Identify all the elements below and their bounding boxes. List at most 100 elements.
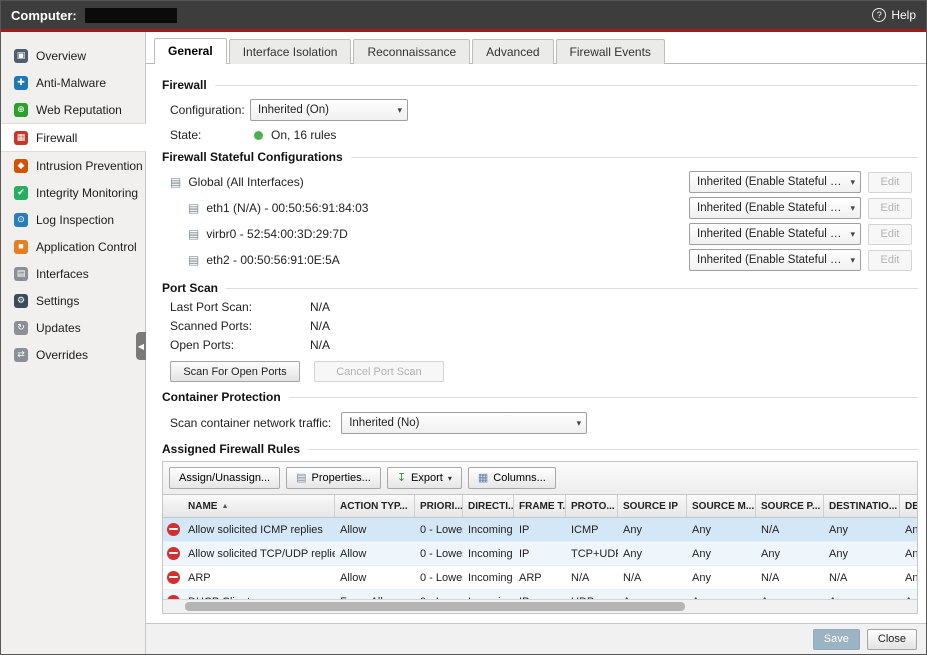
footer-bar: Save Close [146, 623, 926, 654]
table-row[interactable]: Allow solicited TCP/UDP repliesAllow0 - … [163, 542, 917, 566]
table-cell: Any [687, 566, 756, 589]
toolbar-button-icon: ▤ [296, 473, 306, 484]
stateful-config-value: Inherited (Enable Stateful Inspection) [697, 254, 844, 266]
table-cell: Incoming [463, 590, 514, 599]
table-row[interactable]: DHCP ClientForce Allow0 - LowestIncoming… [163, 590, 917, 599]
table-cell: Any [824, 542, 900, 565]
stateful-config-select[interactable]: Inherited (Enable Stateful Inspection) ▾ [689, 249, 861, 271]
table-cell: Any [900, 518, 917, 541]
cancel-port-scan-button[interactable]: Cancel Port Scan [314, 361, 444, 382]
sidebar-item-label: Application Control [36, 240, 137, 254]
port-scan-label: Open Ports: [170, 338, 310, 352]
column-header-direction[interactable]: DIRECTI... [463, 495, 514, 517]
table-cell: 0 - Lowest [415, 518, 463, 541]
assign-unassign-button[interactable]: Assign/Unassign... [169, 467, 280, 489]
firewall-section: Firewall Configuration: Inherited (On) ▾… [162, 78, 918, 142]
stateful-config-select[interactable]: Inherited (Enable Stateful Inspection) ▾ [689, 223, 861, 245]
sidebar-item-settings[interactable]: ⚙ Settings [1, 287, 145, 314]
sidebar-collapse-handle[interactable]: ◀ [136, 332, 146, 360]
interface-label: virbr0 - 52:54:00:3D:29:7D [206, 227, 347, 241]
sidebar-item-overrides[interactable]: ⇄ Overrides [1, 341, 145, 368]
chevron-down-icon: ▾ [850, 203, 855, 214]
table-row[interactable]: Allow solicited ICMP repliesAllow0 - Low… [163, 518, 917, 542]
scrollbar-thumb[interactable] [185, 602, 685, 611]
edit-button[interactable]: Edit [868, 198, 912, 219]
help-button[interactable]: ? Help [872, 8, 916, 22]
stateful-config-select[interactable]: Inherited (Enable Stateful Inspection) ▾ [689, 197, 861, 219]
column-header-action-type[interactable]: ACTION TYP... [335, 495, 415, 517]
status-on-dot [254, 131, 263, 140]
stateful-config-value: Inherited (Enable Stateful Inspection) [697, 228, 844, 240]
column-header-source-port[interactable]: SOURCE P... [756, 495, 824, 517]
table-cell: IP [514, 518, 566, 541]
tab-label: Firewall Events [570, 45, 651, 59]
export-button[interactable]: ↧ Export ▾ [387, 467, 462, 489]
tab-general[interactable]: General [154, 38, 227, 64]
column-header-priority[interactable]: PRIORI... [415, 495, 463, 517]
web-reputation-icon: ⊕ [14, 103, 28, 117]
configuration-value: Inherited (On) [258, 104, 391, 116]
toolbar-button-icon: ↧ [397, 473, 406, 484]
column-header-source-ip[interactable]: SOURCE IP [618, 495, 687, 517]
interface-label: eth2 - 00:50:56:91:0E:5A [206, 253, 339, 267]
toolbar-button-label: Export [411, 472, 443, 484]
icon-glyph: ▦ [17, 133, 26, 142]
settings-scroll-area: Firewall Configuration: Inherited (On) ▾… [146, 64, 926, 623]
container-traffic-select[interactable]: Inherited (No) ▾ [341, 412, 587, 434]
tab-interface-isolation[interactable]: Interface Isolation [229, 39, 352, 64]
sidebar-item-integrity-monitoring[interactable]: ✔ Integrity Monitoring [1, 179, 145, 206]
tab-reconnaissance[interactable]: Reconnaissance [353, 39, 470, 64]
column-header-frame-type[interactable]: FRAME T... [514, 495, 566, 517]
close-button[interactable]: Close [867, 629, 917, 650]
icon-glyph: ⇄ [17, 350, 25, 359]
column-header-source-mac[interactable]: SOURCE M... [687, 495, 756, 517]
table-row[interactable]: ARPAllow0 - LowestIncomingARPN/AN/AAnyN/… [163, 566, 917, 590]
port-scan-row: Last Port Scan: N/A [170, 300, 918, 314]
edit-button[interactable]: Edit [868, 224, 912, 245]
table-cell: Any [756, 590, 824, 599]
column-header-name[interactable]: NAME ▲ [183, 495, 335, 517]
horizontal-scrollbar[interactable] [163, 599, 917, 613]
column-header-destination[interactable]: DE... [900, 495, 917, 517]
sidebar-item-web-reputation[interactable]: ⊕ Web Reputation [1, 96, 145, 123]
table-cell: N/A [618, 566, 687, 589]
table-cell: Any [618, 542, 687, 565]
edit-button[interactable]: Edit [868, 250, 912, 271]
tab-firewall-events[interactable]: Firewall Events [556, 39, 665, 64]
table-cell: Any [900, 542, 917, 565]
save-button[interactable]: Save [813, 629, 860, 650]
edit-button[interactable]: Edit [868, 172, 912, 193]
stateful-config-select[interactable]: Inherited (Enable Stateful Inspection) ▾ [689, 171, 861, 193]
sidebar-item-anti-malware[interactable]: ✚ Anti-Malware [1, 69, 145, 96]
icon-glyph: ▤ [17, 269, 26, 278]
tab-advanced[interactable]: Advanced [472, 39, 553, 64]
computer-editor-window: Computer: ? Help ▣ Overview ✚ [0, 0, 927, 655]
firewall-rule-icon [167, 523, 180, 536]
port-scan-rows: Last Port Scan: N/A Scanned Ports: N/A O… [162, 300, 918, 352]
sidebar-item-firewall[interactable]: ▦ Firewall [1, 123, 146, 152]
sidebar-item-overview[interactable]: ▣ Overview [1, 42, 145, 69]
icon-column-header [163, 495, 183, 517]
table-cell: IP [514, 590, 566, 599]
configuration-select[interactable]: Inherited (On) ▾ [250, 99, 408, 121]
table-cell: ARP [514, 566, 566, 589]
interface-icon: ▤ [170, 176, 181, 188]
firewall-rules-table: NAME ▲ ACTION TYP... PRIORI... DIRECTI..… [162, 494, 918, 614]
table-cell: Incoming [463, 518, 514, 541]
scan-for-open-ports-button[interactable]: Scan For Open Ports [170, 361, 300, 382]
columns-button[interactable]: ▦ Columns... [468, 467, 556, 489]
column-header-destination-ip[interactable]: DESTINATIO... [824, 495, 900, 517]
chevron-down-icon: ▾ [448, 474, 452, 483]
sidebar-item-log-inspection[interactable]: ⊙ Log Inspection [1, 206, 145, 233]
port-scan-row: Scanned Ports: N/A [170, 319, 918, 333]
sidebar-item-updates[interactable]: ↻ Updates [1, 314, 145, 341]
column-header-protocol[interactable]: PROTO... [566, 495, 618, 517]
sidebar-item-intrusion-prevention[interactable]: ◆ Intrusion Prevention [1, 152, 145, 179]
table-cell: Any [618, 590, 687, 599]
container-traffic-value: Inherited (No) [349, 417, 570, 429]
sidebar-item-interfaces[interactable]: ▤ Interfaces [1, 260, 145, 287]
table-cell: Incoming [463, 542, 514, 565]
properties-button[interactable]: ▤ Properties... [286, 467, 381, 489]
intrusion-prevention-icon: ◆ [14, 159, 28, 173]
sidebar-item-application-control[interactable]: ■ Application Control [1, 233, 145, 260]
